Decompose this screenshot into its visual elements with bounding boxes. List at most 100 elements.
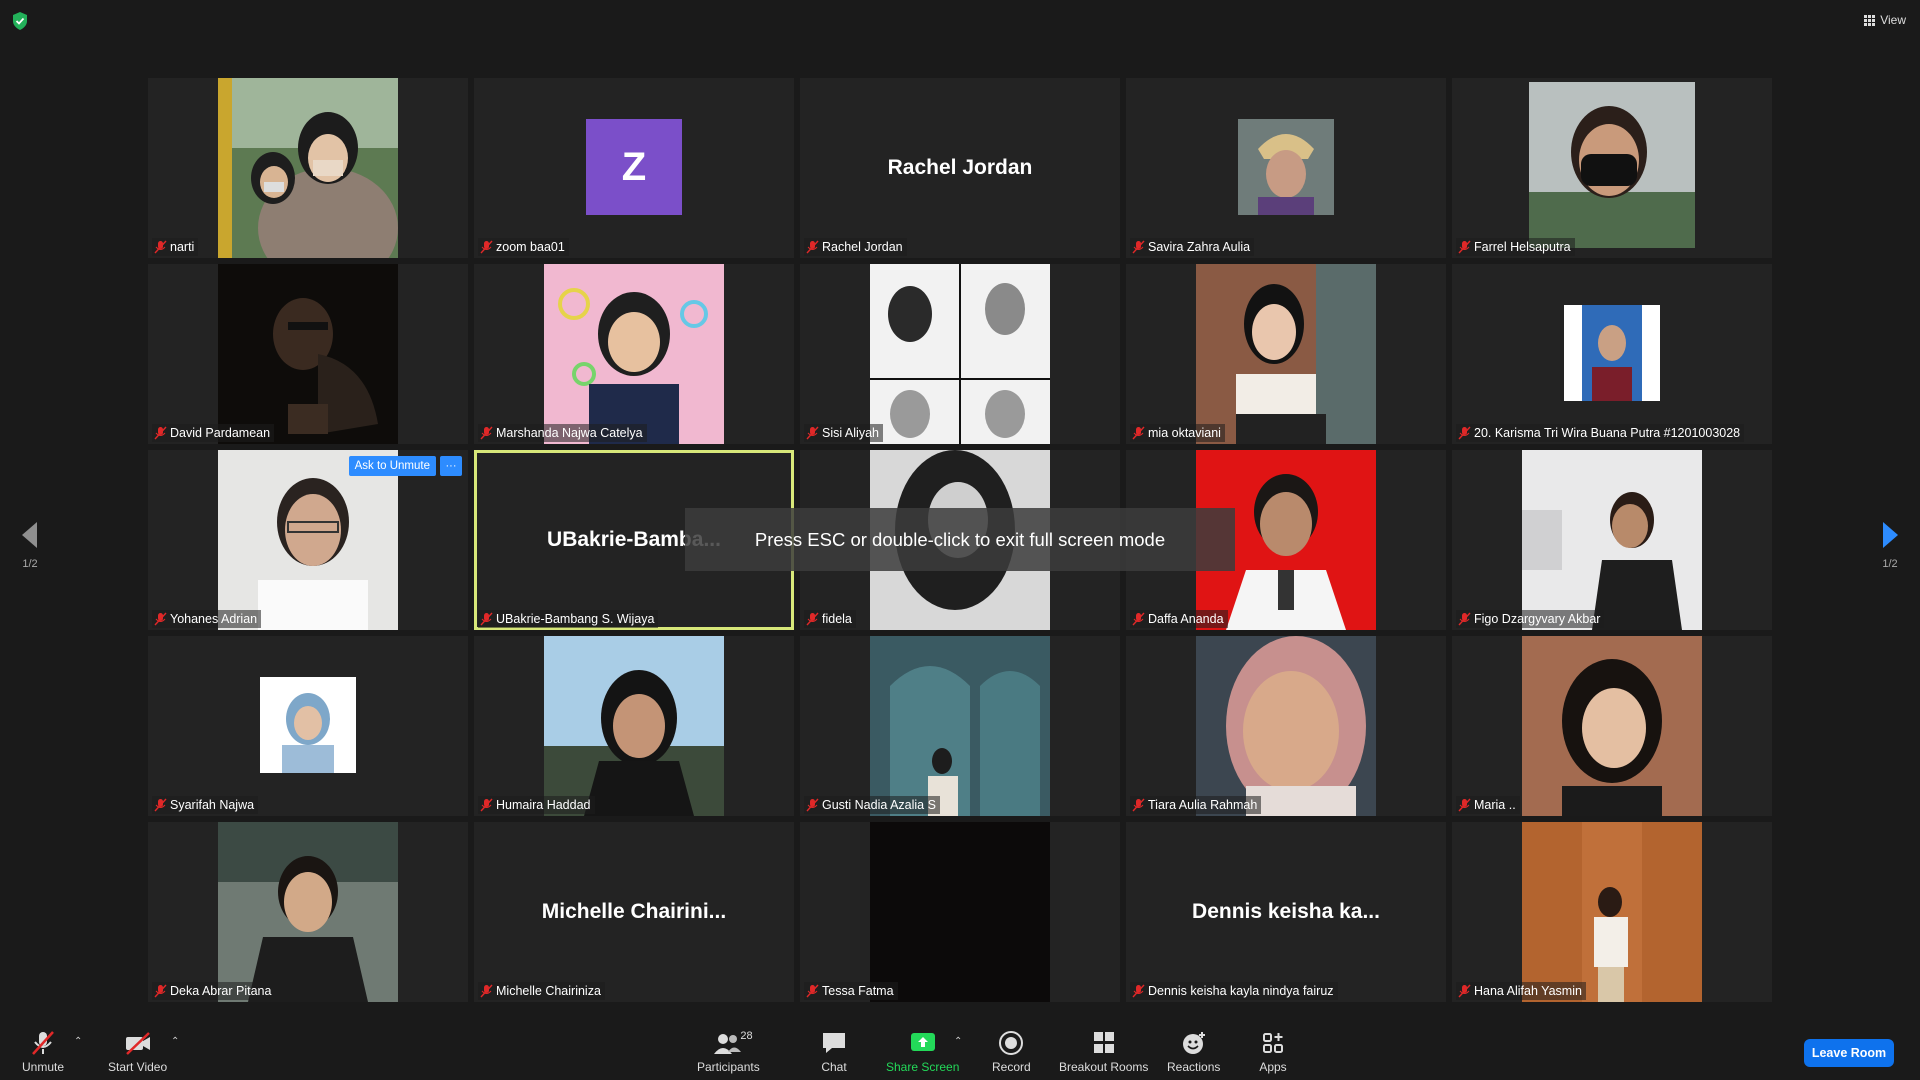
video-options-caret[interactable]: ⌃ (171, 1036, 179, 1047)
participant-name-label: UBakrie-Bambang S. Wijaya (478, 610, 659, 628)
participant-display-name: Michelle Chairini... (541, 900, 727, 923)
unmute-button[interactable]: Unmute (22, 1030, 64, 1074)
participant-tile[interactable]: Hana Alifah Yasmin (1452, 822, 1772, 1002)
muted-mic-icon (32, 1031, 54, 1055)
muted-mic-icon (480, 426, 493, 440)
muted-mic-icon (806, 798, 819, 812)
next-page-button[interactable]: 1/2 (1870, 522, 1910, 570)
participant-name-label: Savira Zahra Aulia (1130, 238, 1255, 256)
profile-picture (260, 677, 356, 773)
participant-tile[interactable]: Farrel Helsaputra (1452, 78, 1772, 258)
video-frame (1522, 636, 1702, 816)
muted-mic-icon (1458, 612, 1471, 626)
participant-tile[interactable]: narti (148, 78, 468, 258)
participant-name-label: Hana Alifah Yasmin (1456, 982, 1586, 1000)
record-icon (999, 1031, 1024, 1055)
participant-tile[interactable]: Syarifah Najwa (148, 636, 468, 816)
muted-mic-icon (1132, 612, 1145, 626)
muted-mic-icon (1132, 798, 1145, 812)
profile-avatar: Z (586, 119, 682, 215)
participant-tile[interactable]: Maria .. (1452, 636, 1772, 816)
share-options-caret[interactable]: ⌃ (954, 1036, 962, 1047)
zoom-meeting-window: View narti Z zoom baa01 Rachel Jordan Ra… (0, 0, 1920, 1080)
chat-button[interactable]: Chat (820, 1030, 848, 1074)
participant-name-label: Michelle Chairiniza (478, 982, 605, 1000)
more-options-button[interactable]: ··· (440, 456, 462, 476)
profile-picture (1564, 305, 1660, 401)
reactions-icon (1182, 1032, 1205, 1054)
muted-mic-icon (154, 612, 167, 626)
previous-page-button[interactable]: 1/2 (10, 522, 50, 570)
muted-mic-icon (1132, 426, 1145, 440)
participant-name-label: Figo Dzargyvary Akbar (1456, 610, 1605, 628)
start-video-label: Start Video (108, 1060, 168, 1074)
participant-tile[interactable]: Gusti Nadia Azalia S (800, 636, 1120, 816)
muted-mic-icon (806, 612, 819, 626)
muted-mic-icon (154, 240, 167, 254)
page-indicator: 1/2 (22, 558, 38, 570)
record-button[interactable]: Record (992, 1030, 1031, 1074)
muted-mic-icon (1458, 984, 1471, 998)
participant-tile[interactable]: Humaira Haddad (474, 636, 794, 816)
muted-mic-icon (806, 984, 819, 998)
muted-mic-icon (480, 612, 493, 626)
leave-room-button[interactable]: Leave Room (1804, 1039, 1894, 1067)
participant-tile[interactable]: Tiara Aulia Rahmah (1126, 636, 1446, 816)
participant-name-label: Deka Abrar Pitana (152, 982, 276, 1000)
chevron-right-icon (1883, 522, 1898, 548)
chat-label: Chat (821, 1060, 847, 1074)
muted-mic-icon (154, 984, 167, 998)
participant-tile[interactable]: Figo Dzargyvary Akbar (1452, 450, 1772, 630)
participant-tile[interactable]: mia oktaviani (1126, 264, 1446, 444)
start-video-button[interactable]: Start Video (108, 1030, 167, 1074)
audio-options-caret[interactable]: ⌃ (74, 1036, 82, 1047)
video-frame (544, 264, 724, 444)
participant-name-label: Syarifah Najwa (152, 796, 259, 814)
participant-name-label: Humaira Haddad (478, 796, 595, 814)
participant-tile[interactable]: Z zoom baa01 (474, 78, 794, 258)
muted-mic-icon (1458, 426, 1471, 440)
participant-tile[interactable]: Rachel Jordan Rachel Jordan (800, 78, 1120, 258)
participant-tile[interactable]: Ask to Unmute ··· Yohanes Adrian (148, 450, 468, 630)
participant-tile[interactable]: Marshanda Najwa Catelya (474, 264, 794, 444)
participant-tile[interactable]: David Pardamean (148, 264, 468, 444)
breakout-rooms-button[interactable]: Breakout Rooms (1059, 1030, 1148, 1074)
participant-tile[interactable]: Tessa Fatma (800, 822, 1120, 1002)
fullscreen-exit-hint: Press ESC or double-click to exit full s… (685, 508, 1235, 571)
participant-tile[interactable]: Savira Zahra Aulia (1126, 78, 1446, 258)
participant-name-label: mia oktaviani (1130, 424, 1225, 442)
participant-tile[interactable]: Michelle Chairini... Michelle Chairiniza (474, 822, 794, 1002)
share-screen-button[interactable]: Share Screen (886, 1030, 959, 1074)
muted-mic-icon (1458, 240, 1471, 254)
breakout-rooms-icon (1093, 1032, 1114, 1053)
participants-button[interactable]: 28 Participants (697, 1030, 760, 1074)
apps-icon (1263, 1033, 1283, 1053)
view-button[interactable]: View (1864, 10, 1906, 30)
participant-name-label: Marshanda Najwa Catelya (478, 424, 647, 442)
encryption-shield-icon[interactable] (12, 12, 28, 30)
participant-tile[interactable]: Deka Abrar Pitana (148, 822, 468, 1002)
muted-mic-icon (480, 240, 493, 254)
muted-mic-icon (480, 984, 493, 998)
participant-display-name: Rachel Jordan (887, 156, 1033, 179)
ask-to-unmute-button[interactable]: Ask to Unmute (348, 456, 436, 476)
participants-count: 28 (740, 1030, 753, 1042)
participant-name-label: Gusti Nadia Azalia S (804, 796, 940, 814)
participant-name-label: Tessa Fatma (804, 982, 898, 1000)
muted-mic-icon (806, 240, 819, 254)
share-screen-label: Share Screen (886, 1060, 960, 1074)
apps-button[interactable]: Apps (1259, 1030, 1287, 1074)
reactions-button[interactable]: Reactions (1167, 1030, 1220, 1074)
participants-icon (714, 1034, 742, 1054)
meeting-toolbar: Unmute ⌃ Start Video ⌃ 28 Participants C… (0, 1020, 1920, 1080)
participant-tile[interactable]: Sisi Aliyah (800, 264, 1120, 444)
participant-name-label: David Pardamean (152, 424, 275, 442)
muted-mic-icon (480, 798, 493, 812)
video-frame (218, 264, 398, 444)
muted-mic-icon (806, 426, 819, 440)
participant-tile[interactable]: Dennis keisha ka... Dennis keisha kayla … (1126, 822, 1446, 1002)
participant-name-label: narti (152, 238, 199, 256)
participants-icon-wrap: 28 (714, 1030, 753, 1056)
participant-name-label: Tiara Aulia Rahmah (1130, 796, 1262, 814)
participant-tile[interactable]: 20. Karisma Tri Wira Buana Putra #120100… (1452, 264, 1772, 444)
